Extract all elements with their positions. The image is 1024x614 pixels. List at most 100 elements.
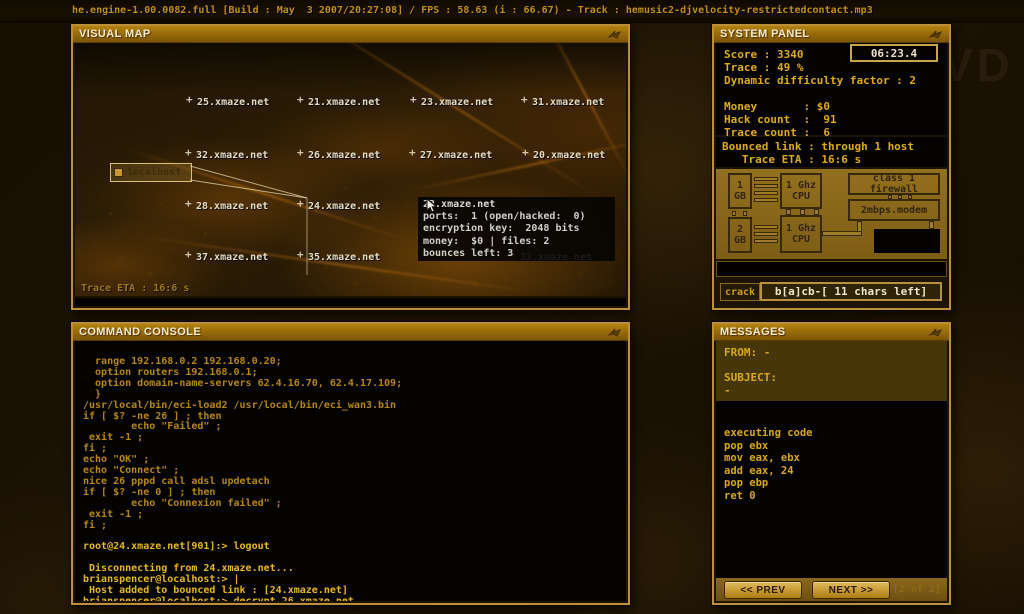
console-line: } xyxy=(83,388,102,400)
connector xyxy=(732,211,736,216)
map-node[interactable]: +21.xmaze.net xyxy=(297,93,380,108)
network-map[interactable]: +25.xmaze.net +21.xmaze.net +23.xmaze.net +… xyxy=(75,43,626,296)
node-label: 32.xmaze.net xyxy=(196,150,269,161)
ram2-box: 2 GB xyxy=(728,217,752,253)
panel-grab-icon[interactable] xyxy=(607,327,623,338)
stat-line: Dynamic difficulty factor : 2 xyxy=(724,74,917,87)
connector xyxy=(822,231,862,236)
connector xyxy=(754,232,778,236)
map-node[interactable]: +28.xmaze.net xyxy=(185,197,269,212)
modem-box: 2mbps.modem xyxy=(848,199,940,221)
background-art-text: VD xyxy=(942,39,1014,91)
map-node[interactable]: +23.xmaze.net xyxy=(410,93,493,108)
password-crack-field[interactable]: b[a]cb-[ 11 chars left] xyxy=(760,282,942,301)
node-crosshair-icon: + xyxy=(297,248,304,261)
bounced-trace-eta: Trace ETA : 16:6 s xyxy=(722,153,862,166)
node-label: 37.xmaze.net xyxy=(196,252,269,263)
hardware-diagram: 1 GB 1 Ghz CPU class 1 firewall 2mbps.mo… xyxy=(716,169,947,259)
panel-grab-icon[interactable] xyxy=(607,29,623,40)
node-crosshair-icon: + xyxy=(522,146,529,159)
message-line: pop ebp xyxy=(724,477,769,489)
map-trace-eta: Trace ETA : 16:6 s xyxy=(81,283,190,294)
command-console-panel: COMMAND CONSOLE range 192.168.0.2 192.16… xyxy=(71,322,630,605)
message-line: ret 0 xyxy=(724,489,756,502)
message-line: mov eax, ebx xyxy=(724,452,800,464)
bounced-link-text: Bounced link : through 1 host xyxy=(722,140,915,153)
map-node[interactable]: +26.xmaze.net xyxy=(297,146,381,161)
node-label: 20.xmaze.net xyxy=(533,150,606,161)
next-message-button[interactable]: NEXT >> xyxy=(812,581,890,599)
stats-gap xyxy=(724,87,947,100)
node-crosshair-icon: + xyxy=(297,93,304,106)
node-label: 27.xmaze.net xyxy=(420,150,493,161)
mouse-cursor-icon xyxy=(426,198,438,213)
map-node[interactable]: +35.xmaze.net xyxy=(297,248,380,263)
tooltip-body: ports: 1 (open/hacked: 0) encryption key:… xyxy=(423,211,615,261)
console-output[interactable]: range 192.168.0.2 192.168.0.20; option r… xyxy=(75,341,626,601)
node-label: 25.xmaze.net xyxy=(197,97,270,108)
console-line: fi ; xyxy=(83,519,108,531)
message-meta: FROM: - SUBJECT: - xyxy=(716,341,947,401)
connector xyxy=(814,209,819,215)
stat-line: Money : $0 xyxy=(724,100,830,113)
tooltip-line: ports: 1 (open/hacked: 0) xyxy=(423,211,586,222)
connector xyxy=(857,221,862,232)
node-label: 28.xmaze.net xyxy=(196,201,269,212)
map-node[interactable]: +32.xmaze.net xyxy=(185,146,269,161)
connector xyxy=(754,184,778,188)
console-line: brianspencer@localhost:> decrypt 26.xmaz… xyxy=(83,596,620,601)
map-node[interactable]: +24.xmaze.net xyxy=(297,197,381,212)
cpu1-box: 1 Ghz CPU xyxy=(780,173,822,209)
message-line: add eax, 24 xyxy=(724,464,794,477)
connector xyxy=(908,195,912,199)
map-node[interactable]: +20.xmaze.net xyxy=(522,146,606,161)
engine-status-bar: he.engine-1.00.0082.full [Build : May 3 … xyxy=(0,0,1024,23)
messages-title: MESSAGES xyxy=(720,326,786,338)
crack-row: crack b[a]cb-[ 11 chars left] xyxy=(716,279,947,305)
connector xyxy=(743,211,747,216)
visual-map-title: VISUAL MAP xyxy=(79,28,151,40)
tooltip-host-name: 22.xmaze.net xyxy=(423,199,496,210)
map-node[interactable]: +31.xmaze.net xyxy=(521,93,605,108)
stat-line: Hack count : 91 xyxy=(724,113,837,126)
engine-status-text: he.engine-1.00.0082.full [Build : May 3 … xyxy=(72,5,873,16)
panel-grab-icon[interactable] xyxy=(928,327,944,338)
node-crosshair-icon: + xyxy=(521,93,528,106)
node-label: 31.xmaze.net xyxy=(532,97,605,108)
console-line: fi ; xyxy=(83,443,108,455)
game-screen: he.engine-1.00.0082.full [Build : May 3 … xyxy=(0,0,1024,614)
localhost-node[interactable]: localhost xyxy=(110,163,192,182)
tooltip-line: bounces left: 3 xyxy=(423,248,514,260)
stats-bottom: Money : $0 Hack count : 91 Trace count : 6 xyxy=(724,100,947,139)
node-crosshair-icon: + xyxy=(297,146,304,159)
message-subject-label: SUBJECT: xyxy=(724,371,777,384)
console-line: exit -1 ; xyxy=(83,508,144,520)
map-node[interactable]: +27.xmaze.net xyxy=(409,146,493,161)
message-line: executing code xyxy=(724,427,813,439)
connector xyxy=(754,177,778,181)
connector xyxy=(754,198,778,202)
firewall-box: class 1 firewall xyxy=(848,173,940,195)
connector xyxy=(888,195,892,199)
messages-header: MESSAGES xyxy=(714,324,949,341)
message-from: FROM: - xyxy=(724,346,771,359)
connector xyxy=(754,239,778,243)
map-node[interactable]: +25.xmaze.net xyxy=(186,93,270,108)
crack-button[interactable]: crack xyxy=(720,283,760,301)
map-node[interactable]: +37.xmaze.net xyxy=(185,248,269,263)
visual-map-header: VISUAL MAP xyxy=(73,26,628,43)
map-bottom-strip xyxy=(75,298,626,306)
console-line: /usr/local/bin/eci-load2 /usr/local/bin/… xyxy=(83,399,397,411)
connector xyxy=(800,209,805,215)
message-line: pop ebx xyxy=(724,439,769,452)
stat-line: Trace : 49 % xyxy=(724,61,804,74)
message-body: executing code pop ebx mov eax, ebx add eax… xyxy=(716,401,947,580)
prev-message-button[interactable]: << PREV xyxy=(724,581,802,599)
localhost-icon xyxy=(114,168,123,177)
node-label: 26.xmaze.net xyxy=(308,150,381,161)
message-subject-value: - xyxy=(724,384,731,397)
node-label: 24.xmaze.net xyxy=(308,201,381,212)
tooltip-line: encryption key: 2048 bits xyxy=(423,223,580,235)
connector xyxy=(786,209,791,215)
panel-grab-icon[interactable] xyxy=(928,29,944,40)
